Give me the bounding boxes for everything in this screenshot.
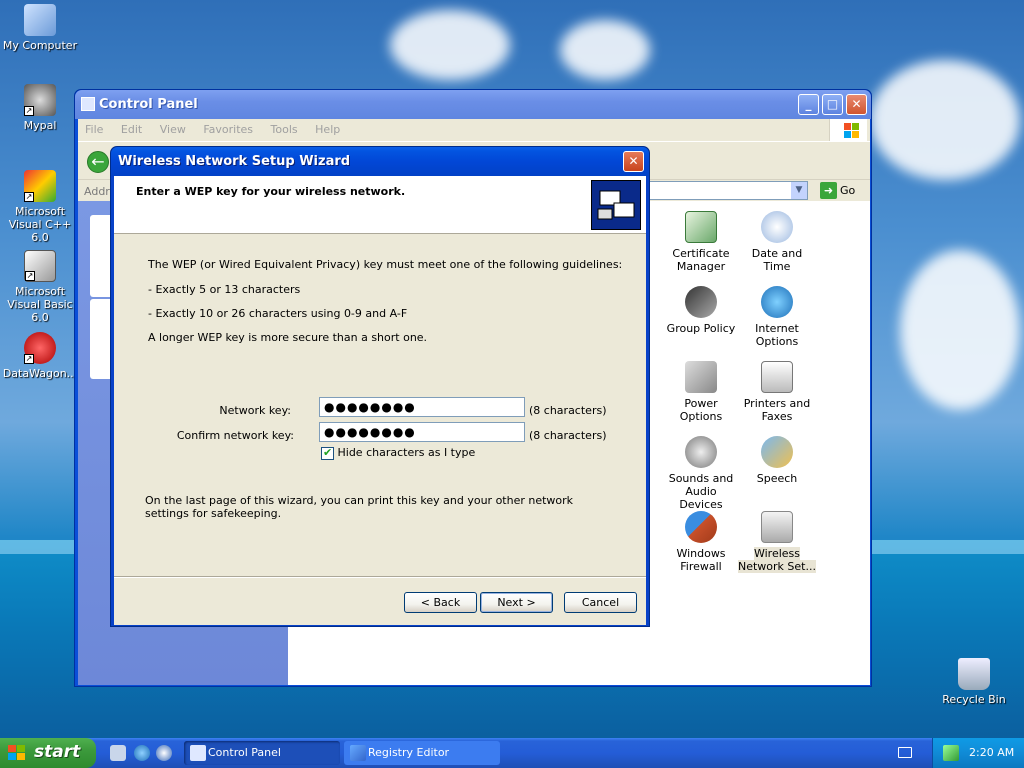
go-arrow-icon: ➜ bbox=[820, 182, 837, 199]
desktop-icon-visual-basic[interactable]: ↗ Microsoft Visual Basic 6.0 bbox=[0, 250, 80, 324]
shortcut-arrow-icon: ↗ bbox=[25, 271, 35, 281]
firewall-icon bbox=[685, 511, 717, 543]
shortcut-arrow-icon: ↗ bbox=[24, 192, 34, 202]
cp-item-certificate-manager[interactable]: Certificate Manager bbox=[662, 211, 740, 273]
address-input[interactable]: ▼ bbox=[638, 181, 808, 200]
network-status-icon[interactable] bbox=[943, 745, 959, 761]
system-tray: 2:20 AM bbox=[932, 738, 1024, 768]
wizard-separator bbox=[114, 576, 646, 578]
media-player-icon[interactable] bbox=[156, 745, 172, 761]
clock-icon bbox=[761, 211, 793, 243]
desktop-icon-my-computer[interactable]: My Computer bbox=[0, 4, 80, 52]
wireless-icon bbox=[761, 511, 793, 543]
network-key-input[interactable]: ●●●●●●●● bbox=[319, 397, 525, 417]
menu-edit[interactable]: Edit bbox=[114, 119, 149, 140]
confirm-key-input[interactable]: ●●●●●●●● bbox=[319, 422, 525, 442]
wizard-header: Enter a WEP key for your wireless networ… bbox=[114, 176, 646, 234]
certificate-icon bbox=[685, 211, 717, 243]
desktop-icon-mypal[interactable]: ↗ Mypal bbox=[0, 84, 80, 132]
datawagon-icon: ↗ bbox=[24, 332, 56, 364]
raccoon-icon: ↗ bbox=[24, 84, 56, 116]
start-button[interactable]: start bbox=[0, 738, 96, 768]
guideline-1: - Exactly 5 or 13 characters bbox=[148, 283, 301, 296]
visual-cpp-icon: ↗ bbox=[24, 170, 56, 202]
back-button[interactable]: < Back bbox=[404, 592, 477, 613]
checkbox-checked-icon[interactable] bbox=[321, 446, 334, 460]
desktop-icon-datawagon[interactable]: ↗ DataWagon... bbox=[0, 332, 80, 380]
network-computers-icon bbox=[591, 180, 641, 230]
guideline-intro: The WEP (or Wired Equivalent Privacy) ke… bbox=[148, 258, 623, 271]
menu-view[interactable]: View bbox=[153, 119, 193, 140]
cp-item-windows-firewall[interactable]: Windows Firewall bbox=[662, 511, 740, 573]
wizard-titlebar[interactable]: Wireless Network Setup Wizard ✕ bbox=[111, 147, 649, 176]
quicklaunch-desktop-icon[interactable] bbox=[110, 745, 126, 761]
menu-file[interactable]: File bbox=[78, 119, 110, 140]
wizard-header-title: Enter a WEP key for your wireless networ… bbox=[136, 185, 406, 198]
windows-flag-icon bbox=[829, 119, 867, 141]
desktop-icon-visual-cpp[interactable]: ↗ Microsoft Visual C++ 6.0 bbox=[0, 170, 80, 244]
guideline-3: A longer WEP key is more secure than a s… bbox=[148, 331, 428, 344]
cp-item-speech[interactable]: Speech bbox=[738, 436, 816, 485]
speaker-icon bbox=[685, 436, 717, 468]
minimize-button[interactable]: _ bbox=[798, 94, 819, 115]
wizard-title: Wireless Network Setup Wizard bbox=[118, 154, 351, 169]
cp-item-sounds-and-audio[interactable]: Sounds and Audio Devices bbox=[662, 436, 740, 511]
desktop-icon-recycle-bin[interactable]: Recycle Bin bbox=[934, 658, 1014, 706]
control-panel-titlebar[interactable]: Control Panel _ □ ✕ bbox=[75, 90, 871, 119]
cloud bbox=[900, 250, 1020, 410]
network-key-length: (8 characters) bbox=[529, 404, 607, 417]
recycle-bin-icon bbox=[958, 658, 990, 690]
cloud bbox=[560, 20, 650, 80]
group-policy-icon bbox=[685, 286, 717, 318]
registry-editor-icon bbox=[350, 745, 366, 761]
hide-characters-checkbox[interactable]: Hide characters as I type bbox=[321, 446, 475, 460]
maximize-button[interactable]: □ bbox=[822, 94, 843, 115]
menu-help[interactable]: Help bbox=[308, 119, 347, 140]
wizard-close-button[interactable]: ✕ bbox=[623, 151, 644, 172]
computer-icon bbox=[24, 4, 56, 36]
cp-item-power-options[interactable]: Power Options bbox=[662, 361, 740, 423]
taskbar: start Control Panel Registry Editor 2:20… bbox=[0, 738, 1024, 768]
confirm-key-length: (8 characters) bbox=[529, 429, 607, 442]
cp-item-date-and-time[interactable]: Date and Time bbox=[738, 211, 816, 273]
wizard-body: Enter a WEP key for your wireless networ… bbox=[114, 176, 646, 625]
go-button[interactable]: ➜ Go bbox=[820, 182, 855, 199]
keyboard-icon[interactable] bbox=[898, 747, 912, 758]
power-plug-icon bbox=[685, 361, 717, 393]
task-registry-editor[interactable]: Registry Editor bbox=[344, 741, 500, 765]
printer-icon bbox=[761, 361, 793, 393]
shortcut-arrow-icon: ↗ bbox=[24, 354, 34, 364]
network-key-label: Network key: bbox=[219, 404, 291, 417]
cloud bbox=[390, 10, 510, 80]
wireless-setup-wizard-dialog: Wireless Network Setup Wizard ✕ Enter a … bbox=[110, 146, 650, 627]
chevron-down-icon[interactable]: ▼ bbox=[791, 182, 807, 199]
guideline-2: - Exactly 10 or 26 characters using 0-9 … bbox=[148, 307, 408, 320]
windows-logo-icon bbox=[8, 745, 26, 761]
task-control-panel[interactable]: Control Panel bbox=[184, 741, 340, 765]
back-arrow-icon[interactable]: ← bbox=[87, 151, 109, 173]
footer-text: On the last page of this wizard, you can… bbox=[145, 494, 574, 520]
cp-item-wireless-network-setup[interactable]: Wireless Network Set... bbox=[738, 511, 816, 573]
next-button[interactable]: Next > bbox=[480, 592, 553, 613]
close-button[interactable]: ✕ bbox=[846, 94, 867, 115]
cloud bbox=[870, 60, 1020, 180]
visual-basic-icon: ↗ bbox=[24, 250, 56, 282]
cp-item-group-policy[interactable]: Group Policy bbox=[662, 286, 740, 335]
shortcut-arrow-icon: ↗ bbox=[24, 106, 34, 116]
control-panel-icon bbox=[190, 745, 206, 761]
control-panel-icon bbox=[81, 97, 95, 111]
control-panel-title: Control Panel bbox=[99, 97, 198, 112]
cp-item-printers-and-faxes[interactable]: Printers and Faxes bbox=[738, 361, 816, 423]
clock: 2:20 AM bbox=[969, 746, 1015, 759]
internet-explorer-icon[interactable] bbox=[134, 745, 150, 761]
globe-icon bbox=[761, 286, 793, 318]
confirm-key-label: Confirm network key: bbox=[176, 429, 294, 442]
menu-tools[interactable]: Tools bbox=[264, 119, 305, 140]
menu-bar: File Edit View Favorites Tools Help bbox=[78, 119, 870, 141]
cancel-button[interactable]: Cancel bbox=[564, 592, 637, 613]
cp-item-internet-options[interactable]: Internet Options bbox=[738, 286, 816, 348]
menu-favorites[interactable]: Favorites bbox=[196, 119, 260, 140]
speech-icon bbox=[761, 436, 793, 468]
